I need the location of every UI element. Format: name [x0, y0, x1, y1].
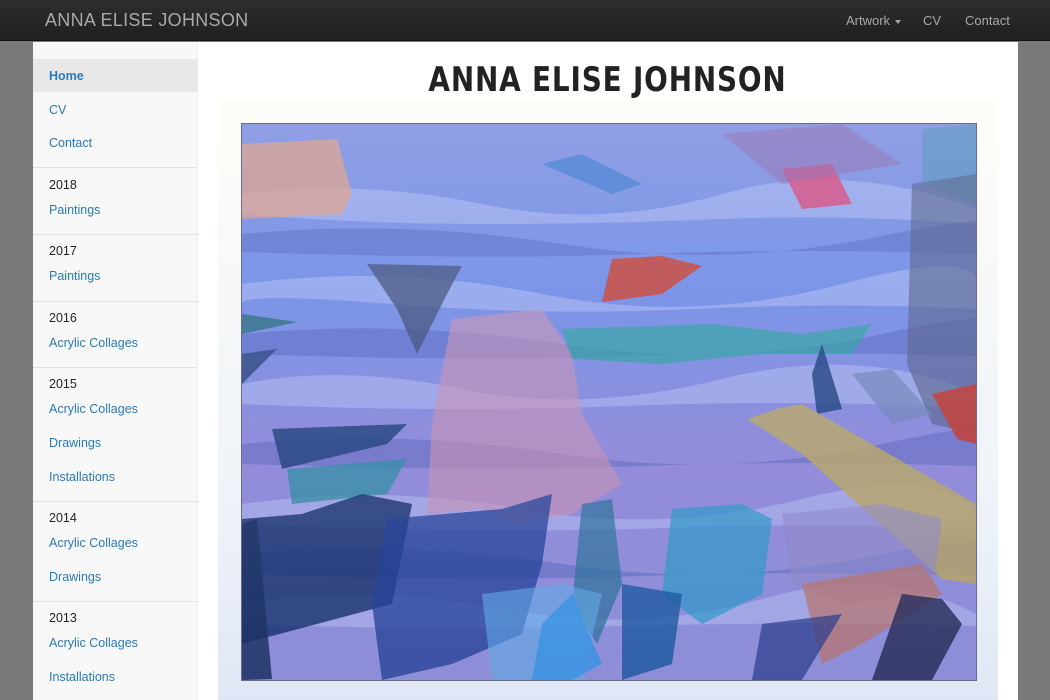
sidebar-item-2014-drawings[interactable]: Drawings: [49, 570, 101, 584]
sidebar-year-2015: 2015: [49, 377, 77, 391]
sidebar-year-2017: 2017: [49, 244, 77, 258]
nav-artwork-dropdown[interactable]: Artwork: [846, 13, 902, 28]
sidebar-divider: [33, 501, 197, 502]
page-container: Home CV Contact 2018 Paintings 2017 Pain…: [33, 42, 1018, 700]
sidebar-item-2015-drawings[interactable]: Drawings: [49, 436, 101, 450]
sidebar-divider: [33, 601, 197, 602]
sidebar-item-2014-acrylic-collages[interactable]: Acrylic Collages: [49, 536, 138, 550]
sidebar-year-2016: 2016: [49, 311, 77, 325]
sidebar-item-2016-acrylic-collages[interactable]: Acrylic Collages: [49, 336, 138, 350]
sidebar-item-home[interactable]: Home: [49, 69, 84, 83]
nav-contact[interactable]: Contact: [965, 13, 1010, 28]
caret-down-icon: [895, 19, 902, 24]
featured-artwork-frame: [218, 102, 998, 700]
sidebar-year-2018: 2018: [49, 178, 77, 192]
sidebar-item-2015-acrylic-collages[interactable]: Acrylic Collages: [49, 402, 138, 416]
sidebar-divider: [33, 234, 197, 235]
sidebar-divider: [33, 301, 197, 302]
sidebar-item-contact[interactable]: Contact: [49, 136, 92, 150]
artwork-painting-graphic: [242, 124, 996, 680]
site-brand[interactable]: ANNA ELISE JOHNSON: [45, 10, 248, 31]
sidebar: Home CV Contact 2018 Paintings 2017 Pain…: [33, 42, 198, 700]
sidebar-item-2017-paintings[interactable]: Paintings: [49, 269, 100, 283]
sidebar-item-2013-acrylic-collages[interactable]: Acrylic Collages: [49, 636, 138, 650]
page-title: ANNA ELISE JOHNSON: [428, 60, 787, 100]
sidebar-year-2013: 2013: [49, 611, 77, 625]
featured-artwork-image[interactable]: [241, 123, 996, 681]
sidebar-item-2013-installations[interactable]: Installations: [49, 670, 115, 684]
sidebar-item-2015-installations[interactable]: Installations: [49, 470, 115, 484]
sidebar-year-2014: 2014: [49, 511, 77, 525]
top-navbar: ANNA ELISE JOHNSON Artwork CV Contact: [0, 0, 1050, 41]
sidebar-item-2018-paintings[interactable]: Paintings: [49, 203, 100, 217]
nav-cv[interactable]: CV: [923, 13, 941, 28]
nav-artwork-label: Artwork: [846, 13, 891, 28]
sidebar-divider: [33, 367, 197, 368]
sidebar-divider: [33, 167, 197, 168]
sidebar-item-cv[interactable]: CV: [49, 103, 66, 117]
